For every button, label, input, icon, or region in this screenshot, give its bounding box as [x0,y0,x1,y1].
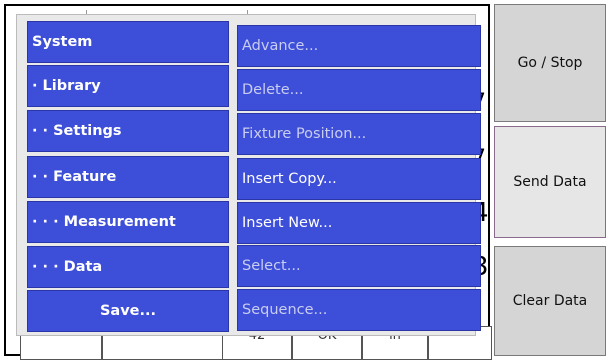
menu-item-delete[interactable]: Delete... [237,69,481,111]
menu-item-fixture-position[interactable]: Fixture Position... [237,113,481,155]
menu-item-insert-copy[interactable]: Insert Copy... [237,158,481,200]
menu-item-feature[interactable]: · · Feature [27,156,229,198]
clear-data-button[interactable]: Clear Data [494,246,606,356]
menu-item-data[interactable]: · · · Data [27,246,229,288]
menu-item-measurement[interactable]: · · · Measurement [27,201,229,243]
menu-item-select[interactable]: Select... [237,245,481,287]
menu-item-insert-new[interactable]: Insert New... [237,202,481,244]
menu-item-system[interactable]: System [27,21,229,63]
menu-item-advance[interactable]: Advance... [237,25,481,67]
popup-menu: System · Library · · Settings · · Featur… [16,14,481,336]
go-stop-label: Go / Stop [517,55,583,71]
send-data-button[interactable]: Send Data [494,126,606,238]
clear-data-label: Clear Data [512,293,588,309]
menu-item-library[interactable]: · Library [27,65,229,107]
save-button[interactable]: Save... [27,290,229,332]
menu-item-sequence[interactable]: Sequence... [237,289,481,331]
menu-item-settings[interactable]: · · Settings [27,110,229,152]
go-stop-button[interactable]: Go / Stop [494,4,606,122]
send-data-label: Send Data [513,174,587,190]
